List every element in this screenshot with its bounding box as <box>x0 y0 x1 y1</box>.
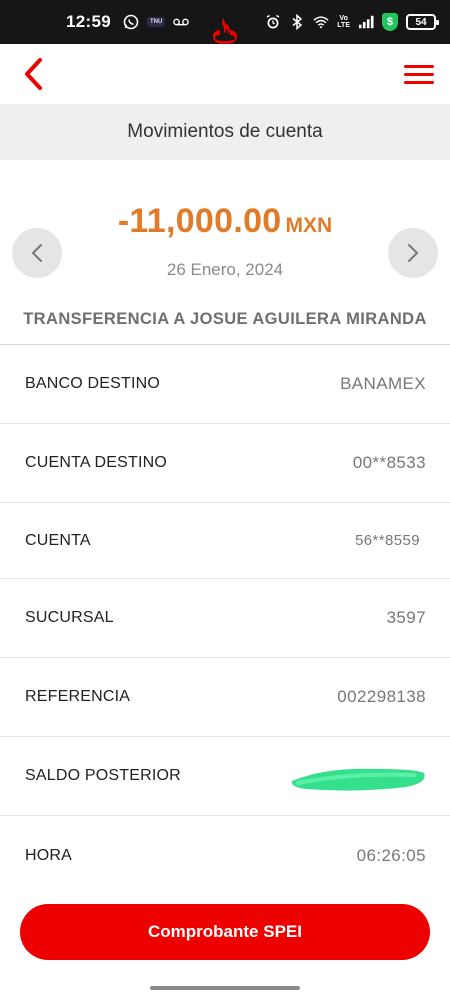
detail-value: BANAMEX <box>340 374 426 393</box>
detail-row-hora: HORA 06:26:05 <box>0 816 450 895</box>
detail-value: 06:26:05 <box>356 845 426 865</box>
detail-row-cuenta: CUENTA 56**8559 <box>0 503 450 579</box>
comprobante-spei-button[interactable]: Comprobante SPEI <box>20 904 430 960</box>
hamburger-menu-icon <box>404 64 434 68</box>
movement-date: 26 Enero, 2024 <box>166 260 284 279</box>
movement-details: BANCO DESTINO BANAMEX CUENTA DESTINO 00*… <box>0 344 450 895</box>
volte-indicator: Vo LTE <box>337 15 350 29</box>
app-header <box>0 44 450 104</box>
wifi-icon <box>313 14 329 30</box>
detail-value: 002298138 <box>337 687 426 706</box>
home-indicator[interactable] <box>150 986 300 990</box>
amount-currency: MXN <box>285 214 333 237</box>
detail-label: REFERENCIA <box>25 688 131 705</box>
detail-label: SUCURSAL <box>25 609 114 626</box>
notification-icons: TNU <box>123 14 190 30</box>
detail-value: 3597 <box>386 608 426 627</box>
battery-level: 54 <box>415 16 427 28</box>
detail-value: 56**8559 <box>355 532 420 549</box>
battery-icon: 54 <box>406 14 439 30</box>
santander-logo <box>210 15 240 45</box>
movement-description: TRANSFERENCIA A JOSUE AGUILERA MIRANDA <box>23 310 427 328</box>
movement-summary: -11,000.00 MXN 26 Enero, 2024 TRANSFERENC… <box>0 160 450 344</box>
amount-value: -11,000.00 <box>117 202 282 240</box>
bluetooth-icon <box>289 14 305 30</box>
back-button[interactable] <box>18 54 48 94</box>
detail-row-referencia: REFERENCIA 002298138 <box>0 658 450 737</box>
signal-icon <box>358 14 374 30</box>
redaction-scribble <box>291 768 425 791</box>
chevron-left-icon <box>25 58 42 90</box>
detail-label: HORA <box>25 846 73 864</box>
detail-label: BANCO DESTINO <box>25 375 161 392</box>
detail-label: CUENTA DESTINO <box>25 454 168 471</box>
menu-button[interactable] <box>404 59 434 89</box>
detail-row-cuenta-destino: CUENTA DESTINO 00**8533 <box>0 424 450 503</box>
carrier-chip: TNU <box>146 17 166 27</box>
movement-amount: -11,000.00 MXN <box>0 202 450 241</box>
detail-row-banco-destino: BANCO DESTINO BANAMEX <box>0 345 450 424</box>
whatsapp-icon <box>123 14 139 30</box>
system-icons: Vo LTE $ 54 <box>265 13 439 31</box>
security-shield-icon: $ <box>382 13 398 31</box>
detail-label: SALDO POSTERIOR <box>25 767 181 784</box>
detail-label: CUENTA <box>25 531 91 549</box>
status-time: 12:59 <box>66 12 111 31</box>
detail-row-sucursal: SUCURSAL 3597 <box>0 579 450 658</box>
alarm-icon <box>265 14 281 30</box>
page-title: Movimientos de cuenta <box>0 104 450 160</box>
voicemail-icon <box>173 14 190 30</box>
detail-row-saldo-posterior: SALDO POSTERIOR <box>0 737 450 816</box>
detail-value: 00**8533 <box>352 453 426 472</box>
